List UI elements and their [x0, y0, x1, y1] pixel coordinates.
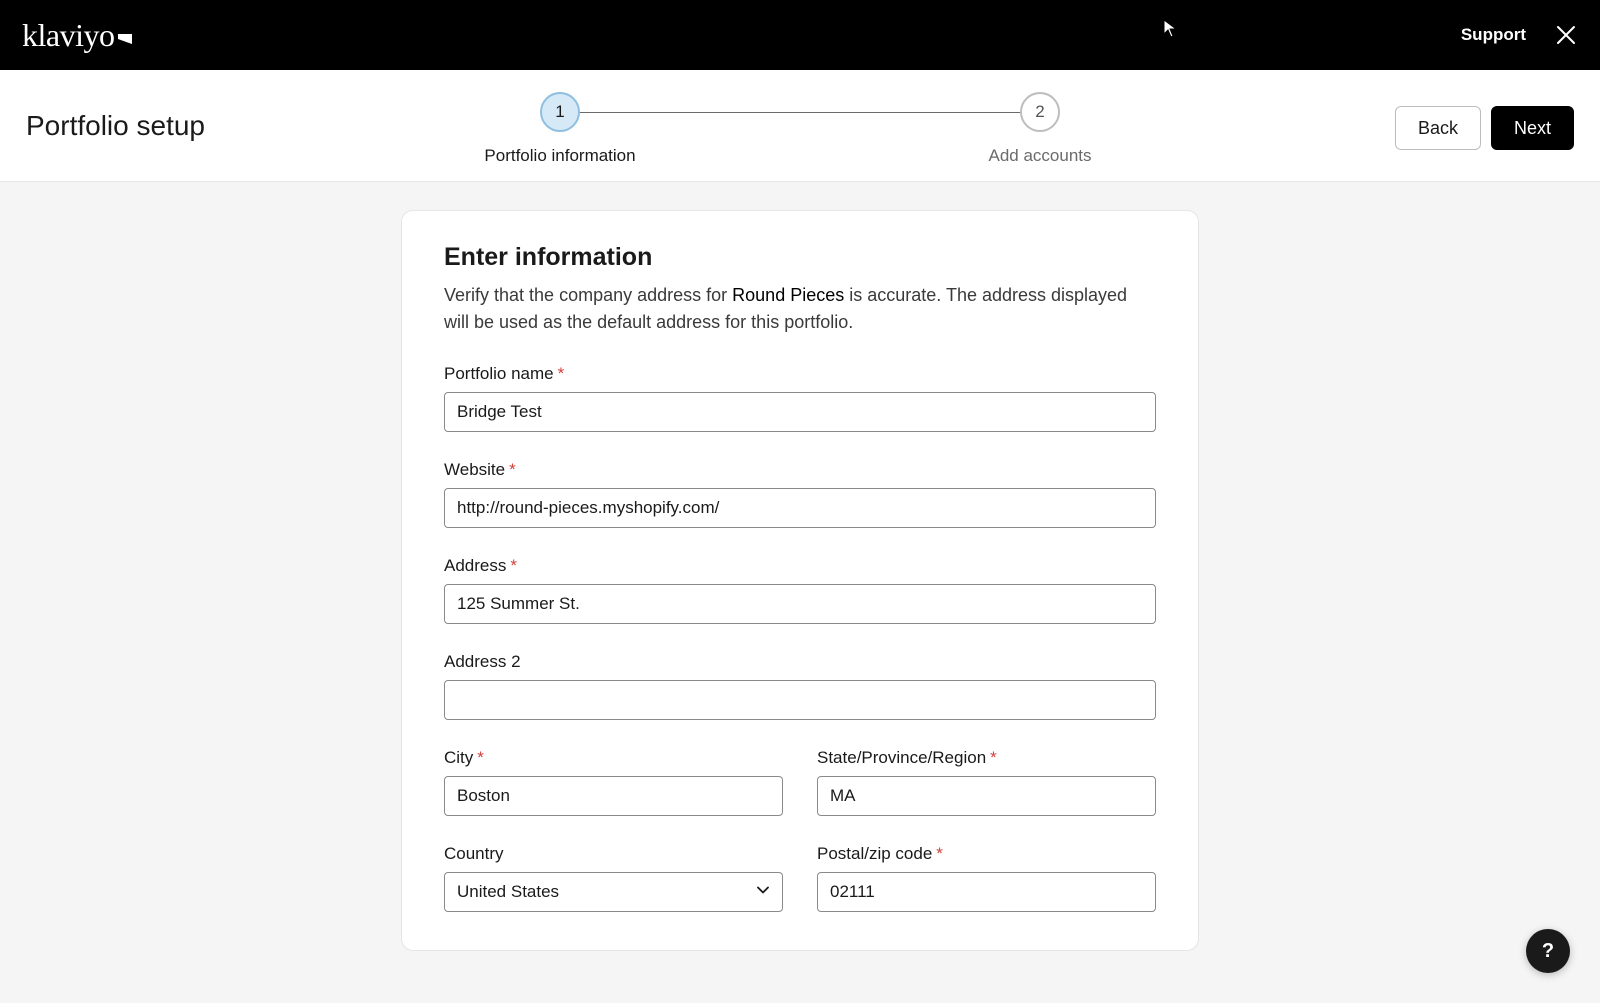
klaviyo-logo: klaviyo: [22, 19, 132, 51]
form-card: Enter information Verify that the compan…: [401, 210, 1199, 951]
state-input[interactable]: [817, 776, 1156, 816]
step-1-circle: 1: [540, 92, 580, 132]
card-description: Verify that the company address for Roun…: [444, 282, 1156, 336]
country-label: Country: [444, 844, 783, 864]
step-1-label: Portfolio information: [484, 146, 635, 166]
desc-prefix: Verify that the company address for: [444, 285, 732, 305]
required-icon: *: [936, 844, 943, 863]
address-label: Address*: [444, 556, 1156, 576]
required-icon: *: [477, 748, 484, 767]
back-button[interactable]: Back: [1395, 106, 1481, 150]
main: Enter information Verify that the compan…: [0, 182, 1600, 991]
portfolio-name-label: Portfolio name*: [444, 364, 1156, 384]
page-header: Portfolio setup 1 Portfolio information …: [0, 70, 1600, 182]
stepper: 1 Portfolio information 2 Add accounts: [540, 92, 1060, 162]
page-title: Portfolio setup: [26, 110, 205, 142]
step-1: 1 Portfolio information: [540, 92, 580, 132]
support-link[interactable]: Support: [1461, 25, 1526, 45]
step-2-label: Add accounts: [988, 146, 1091, 166]
website-label: Website*: [444, 460, 1156, 480]
address2-input[interactable]: [444, 680, 1156, 720]
address-input[interactable]: [444, 584, 1156, 624]
state-label: State/Province/Region*: [817, 748, 1156, 768]
required-icon: *: [510, 556, 517, 575]
stepper-line: [578, 112, 1022, 113]
close-icon[interactable]: [1554, 23, 1578, 47]
postal-input[interactable]: [817, 872, 1156, 912]
step-2-circle: 2: [1020, 92, 1060, 132]
desc-company: Round Pieces: [732, 285, 844, 305]
city-input[interactable]: [444, 776, 783, 816]
country-select[interactable]: [444, 872, 783, 912]
required-icon: *: [509, 460, 516, 479]
address2-label: Address 2: [444, 652, 1156, 672]
portfolio-name-input[interactable]: [444, 392, 1156, 432]
help-button[interactable]: ?: [1526, 929, 1570, 973]
required-icon: *: [990, 748, 997, 767]
postal-label: Postal/zip code*: [817, 844, 1156, 864]
card-title: Enter information: [444, 243, 1156, 272]
topbar: klaviyo Support: [0, 0, 1600, 70]
next-button[interactable]: Next: [1491, 106, 1574, 150]
step-2: 2 Add accounts: [1020, 92, 1060, 132]
required-icon: *: [558, 364, 565, 383]
website-input[interactable]: [444, 488, 1156, 528]
city-label: City*: [444, 748, 783, 768]
klaviyo-flag-icon: [118, 21, 132, 35]
